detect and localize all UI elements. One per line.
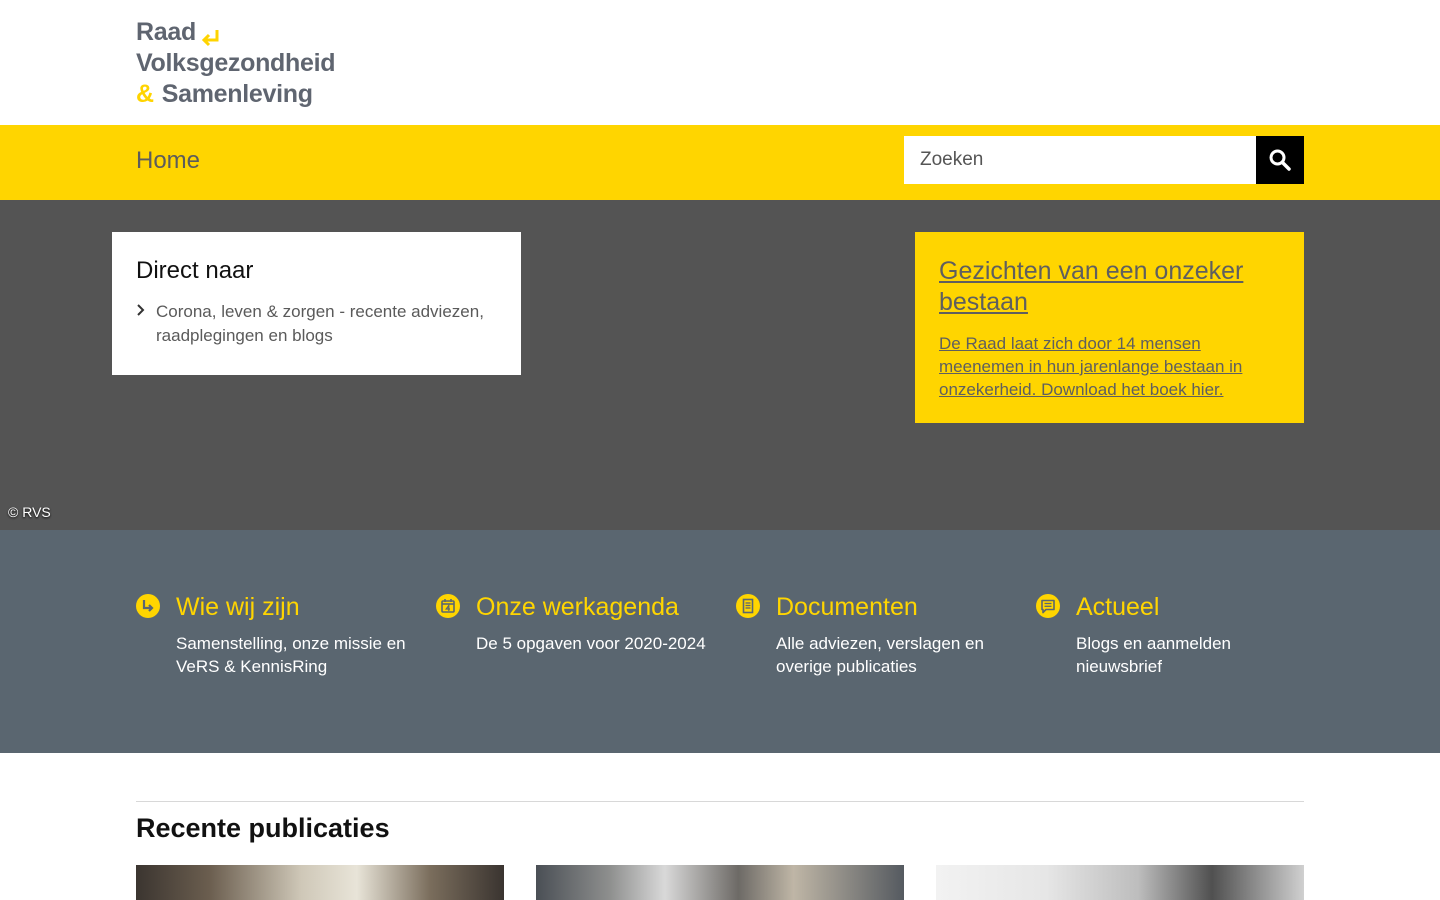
publication-card-image-2[interactable] — [536, 865, 904, 900]
section-divider — [136, 801, 1304, 802]
logo-samenleving-text: Samenleving — [161, 80, 313, 108]
site-logo[interactable]: Raad Volksgezondheid & Samenleving — [136, 17, 366, 112]
recent-publications-title: Recente publicaties — [136, 813, 390, 843]
main-nav: Home — [0, 125, 1440, 200]
quick-link-title: Wie wij zijn — [176, 593, 300, 621]
quick-link-title: Actueel — [1076, 593, 1160, 621]
feature-card: Gezichten van een onzeker bestaan De Raa… — [915, 232, 1304, 423]
quick-link-description: De 5 opgaven voor 2020-2024 — [476, 634, 706, 653]
arrow-turn-icon — [136, 594, 160, 618]
quick-link-description: Blogs en aanmelden nieuwsbrief — [1076, 634, 1232, 676]
site-header: Raad Volksgezondheid & Samenleving — [0, 0, 1440, 125]
quick-link-description: Alle adviezen, verslagen en overige publ… — [776, 634, 984, 676]
list-item: Corona, leven & zorgen - recente advieze… — [136, 300, 497, 348]
document-icon — [736, 594, 760, 618]
chevron-right-icon — [137, 304, 145, 316]
logo-ampersand: & — [136, 80, 154, 108]
logo-arrow-icon — [201, 30, 219, 47]
publication-card-image-1[interactable] — [136, 865, 504, 900]
direct-link-corona[interactable]: Corona, leven & zorgen - recente advieze… — [156, 300, 497, 348]
nav-home-link[interactable]: Home — [136, 145, 200, 177]
quick-links: Wie wij zijn Samenstelling, onze missie … — [0, 530, 1440, 753]
calendar-icon — [436, 594, 460, 618]
quick-link-title: Onze werkagenda — [476, 593, 679, 621]
quick-link-title: Documenten — [776, 593, 918, 621]
logo-line-samenleving: & Samenleving — [136, 79, 313, 109]
publication-card-image-3[interactable] — [936, 865, 1304, 900]
quick-link-description: Samenstelling, onze missie en VeRS & Ken… — [176, 634, 406, 676]
search-icon — [1269, 149, 1291, 171]
image-credit: © RVS — [8, 504, 51, 520]
direct-naar-list: Corona, leven & zorgen - recente advieze… — [136, 300, 497, 348]
chat-icon — [1036, 594, 1060, 618]
search-input[interactable] — [904, 136, 1256, 184]
feature-text-link[interactable]: De Raad laat zich door 14 mensen meeneme… — [939, 332, 1280, 401]
logo-line-raad: Raad — [136, 18, 196, 46]
direct-naar-card: Direct naar Corona, leven & zorgen - rec… — [112, 232, 521, 375]
feature-title-link[interactable]: Gezichten van een onzeker bestaan — [939, 256, 1280, 318]
search-button[interactable] — [1256, 136, 1304, 184]
hero-banner: Direct naar Corona, leven & zorgen - rec… — [0, 200, 1440, 530]
logo-line-volksgezondheid: Volksgezondheid — [136, 49, 336, 77]
direct-naar-title: Direct naar — [136, 257, 254, 284]
